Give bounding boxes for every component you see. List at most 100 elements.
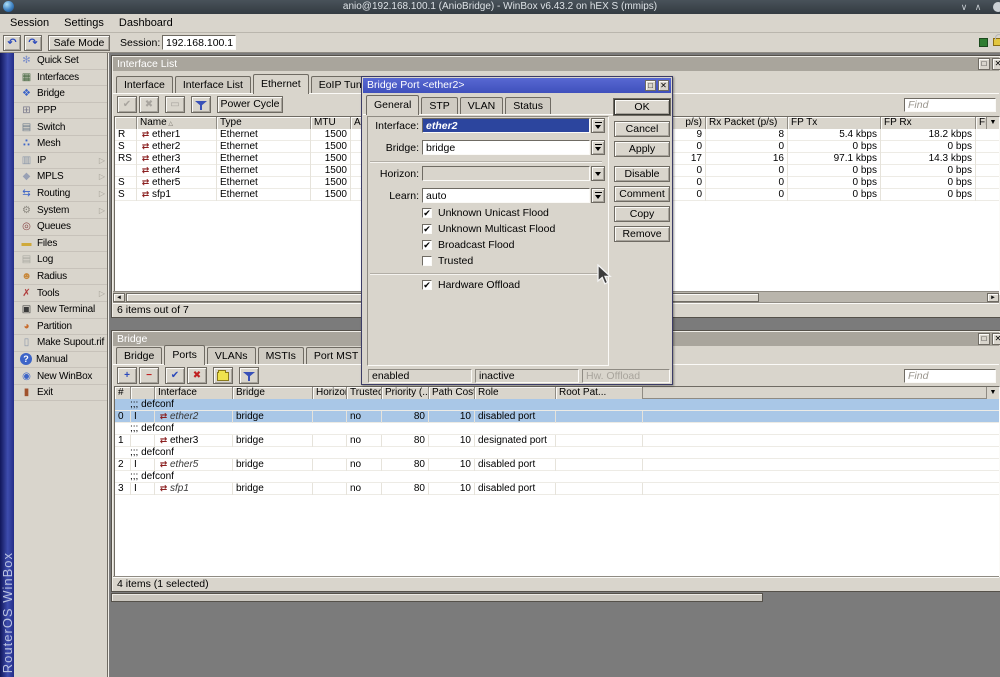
comment-button[interactable]	[213, 367, 233, 384]
sidebar-item-partition[interactable]: Partition	[14, 319, 107, 336]
checkbox-broadcast-flood[interactable]: ✔Broadcast Flood	[422, 238, 514, 251]
dialog-tab-stp[interactable]: STP	[421, 97, 457, 114]
comment-row[interactable]: ;;; defconf	[115, 423, 999, 435]
sidebar-item-exit[interactable]: Exit	[14, 385, 107, 402]
sidebar-item-bridge[interactable]: Bridge	[14, 86, 107, 103]
column-header-blank[interactable]	[115, 117, 137, 129]
tab-interface[interactable]: Interface	[116, 76, 173, 93]
copy-button[interactable]: Copy	[614, 206, 670, 222]
sidebar-item-switch[interactable]: Switch	[14, 119, 107, 136]
maximize-icon[interactable]: □	[645, 80, 656, 91]
sidebar-item-system[interactable]: System▷	[14, 202, 107, 219]
checkbox-box[interactable]: ✔	[422, 224, 432, 234]
unshade-icon[interactable]: ∧	[972, 0, 984, 14]
dialog-titlebar[interactable]: Bridge Port <ether2>	[363, 78, 671, 93]
column-selector-icon[interactable]: ▼	[986, 117, 999, 129]
remove-button[interactable]: Remove	[614, 226, 670, 242]
column-header-fp-tx[interactable]: FP Tx	[788, 117, 881, 129]
column-header-blank[interactable]	[131, 387, 155, 399]
apply-check-button[interactable]: ✔	[117, 96, 137, 113]
column-header-blank[interactable]: #	[115, 387, 131, 399]
sidebar-item-mpls[interactable]: MPLS▷	[14, 169, 107, 186]
filter-button[interactable]	[191, 96, 211, 113]
table-row[interactable]: 2Iether5bridgeno8010disabled port	[115, 459, 999, 471]
checkbox-box[interactable]: ✔	[422, 208, 432, 218]
remove-button[interactable]: −	[139, 367, 159, 384]
column-header-mtu[interactable]: MTU	[311, 117, 351, 129]
column-selector-icon[interactable]: ▼	[986, 387, 999, 399]
sidebar-item-files[interactable]: Files	[14, 236, 107, 253]
menu-item-session[interactable]: Session	[4, 15, 58, 31]
tab-bridge[interactable]: Bridge	[116, 347, 162, 364]
sidebar-item-make-supout-rif[interactable]: Make Supout.rif	[14, 335, 107, 352]
sidebar-item-tools[interactable]: Tools▷	[14, 285, 107, 302]
enable-button[interactable]: ✔	[165, 367, 185, 384]
maximize-icon[interactable]: □	[978, 58, 990, 70]
sidebar-item-manual[interactable]: Manual	[14, 352, 107, 369]
table-row[interactable]: 3Isfp1bridgeno8010disabled port	[115, 483, 999, 495]
comment-row[interactable]: ;;; defconf	[115, 471, 999, 483]
learn-select[interactable]: auto	[422, 188, 590, 203]
checkbox-box[interactable]: ✔	[422, 280, 432, 290]
dialog-tab-vlan[interactable]: VLAN	[460, 97, 503, 114]
menu-item-settings[interactable]: Settings	[58, 15, 113, 31]
tab-mstis[interactable]: MSTIs	[258, 347, 304, 364]
tab-ethernet[interactable]: Ethernet	[253, 74, 309, 94]
tab-vlans[interactable]: VLANs	[207, 347, 256, 364]
sidebar-item-log[interactable]: Log	[14, 252, 107, 269]
sidebar-item-mesh[interactable]: Mesh	[14, 136, 107, 153]
column-header-root-pat[interactable]: Root Pat...	[556, 387, 643, 399]
bridge-dropdown-button[interactable]	[591, 140, 605, 155]
disable-button[interactable]: ✖	[187, 367, 207, 384]
close-circle-icon[interactable]	[993, 2, 1000, 12]
scroll-right-icon[interactable]: ►	[987, 293, 999, 302]
sidebar-item-queues[interactable]: Queues	[14, 219, 107, 236]
column-header-role[interactable]: Role	[475, 387, 556, 399]
app-titlebar[interactable]: anio@192.168.100.1 (AnioBridge) - WinBox…	[0, 0, 1000, 14]
sidebar-item-routing[interactable]: Routing▷	[14, 186, 107, 203]
disable-button[interactable]: Disable	[614, 166, 670, 182]
tab-interface-list[interactable]: Interface List	[175, 76, 251, 93]
redo-button[interactable]: ↷	[24, 35, 42, 51]
cancel-button[interactable]: Cancel	[614, 121, 670, 137]
checkbox-trusted[interactable]: Trusted	[422, 254, 473, 267]
table-row[interactable]: 1ether3bridgeno8010designated port	[115, 435, 999, 447]
find-box[interactable]: Find	[904, 98, 996, 112]
sidebar-item-radius[interactable]: Radius	[14, 269, 107, 286]
sidebar-item-ppp[interactable]: PPP	[14, 103, 107, 120]
column-header-bridge[interactable]: Bridge	[233, 387, 313, 399]
dialog-tab-general[interactable]: General	[366, 95, 419, 115]
maximize-icon[interactable]: □	[978, 333, 990, 345]
close-icon[interactable]: ✕	[658, 80, 669, 91]
sidebar-item-new-terminal[interactable]: New Terminal	[14, 302, 107, 319]
menu-item-dashboard[interactable]: Dashboard	[113, 15, 182, 31]
learn-dropdown-button[interactable]	[591, 188, 605, 203]
checkbox-box[interactable]: ✔	[422, 240, 432, 250]
close-icon[interactable]: ✕	[992, 58, 1000, 70]
column-header-path-cost[interactable]: Path Cost	[429, 387, 475, 399]
column-header-priority[interactable]: Priority (...	[382, 387, 429, 399]
checkbox-unknown-multicast-flood[interactable]: ✔Unknown Multicast Flood	[422, 222, 555, 235]
sidebar-item-ip[interactable]: IP▷	[14, 153, 107, 170]
session-input[interactable]: 192.168.100.1	[162, 35, 236, 50]
horizon-input[interactable]	[422, 166, 590, 181]
tab-ports[interactable]: Ports	[164, 345, 205, 365]
column-header-fp-rx[interactable]: FP Rx	[881, 117, 976, 129]
table-row[interactable]: 0Iether2bridgeno8010disabled port	[115, 411, 999, 423]
interface-dropdown-button[interactable]	[591, 118, 605, 133]
undo-button[interactable]: ↶	[3, 35, 21, 51]
checkbox-hardware-offload[interactable]: ✔Hardware Offload	[422, 278, 520, 291]
add-button[interactable]: +	[117, 367, 137, 384]
comment-row[interactable]: ;;; defconf	[115, 399, 999, 411]
column-header-trusted[interactable]: Trusted	[347, 387, 382, 399]
checkbox-unknown-unicast-flood[interactable]: ✔Unknown Unicast Flood	[422, 206, 549, 219]
horizon-dropdown-button[interactable]	[591, 166, 605, 181]
comment-card-button[interactable]: ▭	[165, 96, 185, 113]
shade-icon[interactable]: ∨	[958, 0, 970, 14]
discard-x-button[interactable]: ✖	[139, 96, 159, 113]
sidebar-item-interfaces[interactable]: Interfaces	[14, 70, 107, 87]
comment-button[interactable]: Comment	[614, 186, 670, 202]
column-header-interface[interactable]: Interface	[155, 387, 233, 399]
comment-row[interactable]: ;;; defconf	[115, 447, 999, 459]
sidebar-item-new-winbox[interactable]: New WinBox	[14, 368, 107, 385]
